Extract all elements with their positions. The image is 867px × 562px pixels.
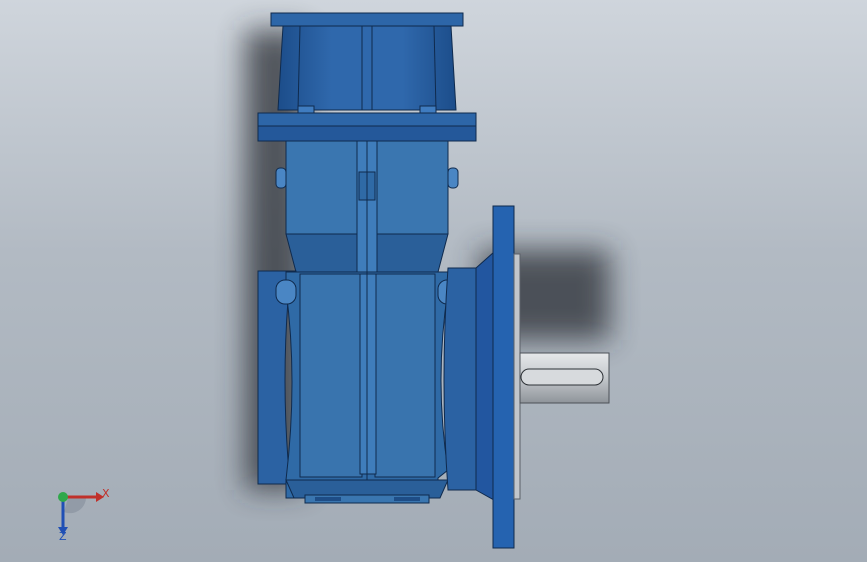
upper-housing[interactable] [275,140,459,273]
y-axis-dot [58,492,68,502]
z-axis-label: Z [59,530,67,543]
model-render[interactable] [0,0,867,562]
cad-viewport[interactable]: X Z [0,0,867,562]
output-shaft[interactable] [519,352,610,404]
coordinate-triad [58,492,104,535]
motor-adapter[interactable] [270,12,464,114]
x-axis-label: X [102,487,110,500]
mounting-feet [304,494,430,504]
